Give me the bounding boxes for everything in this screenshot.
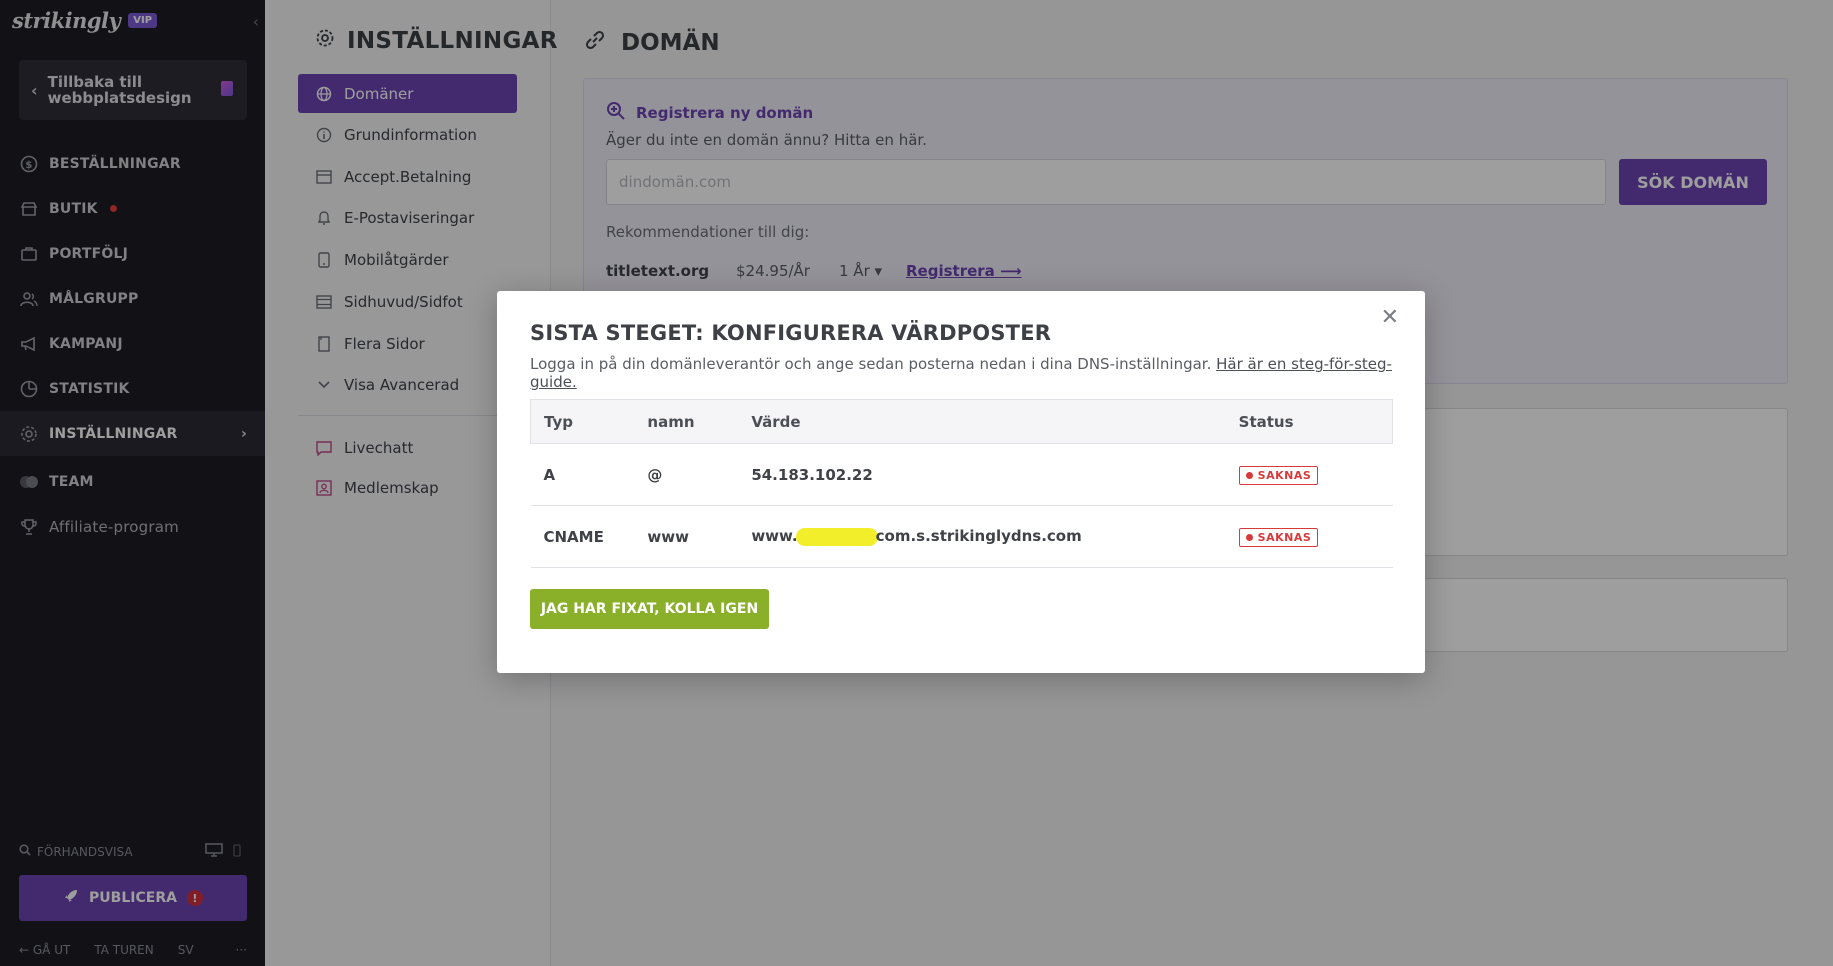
- status-badge: SAKNAS: [1238, 527, 1319, 547]
- record-status: SAKNAS: [1225, 505, 1393, 568]
- record-name: www: [634, 505, 739, 568]
- status-dot: [1245, 471, 1253, 479]
- record-type: A: [530, 443, 635, 506]
- column-header-type: Typ: [530, 399, 635, 444]
- record-status: SAKNAS: [1225, 443, 1393, 506]
- table-row: A @ 54.183.102.22 SAKNAS: [530, 443, 1393, 506]
- record-type: CNAME: [530, 505, 635, 568]
- table-header-row: Typ namn Värde Status: [530, 399, 1393, 444]
- dns-records-table: Typ namn Värde Status A @ 54.183.102.22 …: [530, 399, 1393, 568]
- status-badge: SAKNAS: [1238, 465, 1319, 485]
- modal-title: SISTA STEGET: KONFIGURERA VÄRDPOSTER: [530, 321, 1052, 345]
- dns-records-modal: ✕ SISTA STEGET: KONFIGURERA VÄRDPOSTER L…: [497, 291, 1425, 673]
- check-again-button[interactable]: JAG HAR FIXAT, KOLLA IGEN: [530, 589, 769, 629]
- record-value: 54.183.102.22: [738, 443, 1226, 506]
- record-name: @: [634, 443, 739, 506]
- modal-subtitle-text: Logga in på din domänleverantör och ange…: [530, 355, 1212, 373]
- record-value: www. com.s.strikinglydns.com: [738, 505, 1226, 568]
- table-row: CNAME www www. com.s.strikinglydns.com SA…: [530, 505, 1393, 568]
- column-header-status: Status: [1225, 399, 1393, 444]
- status-dot: [1245, 533, 1253, 541]
- column-header-value: Värde: [738, 399, 1226, 444]
- modal-subtitle: Logga in på din domänleverantör och ange…: [530, 355, 1425, 391]
- redaction-mark: [795, 527, 878, 546]
- column-header-name: namn: [634, 399, 739, 444]
- close-icon[interactable]: ✕: [1381, 307, 1399, 329]
